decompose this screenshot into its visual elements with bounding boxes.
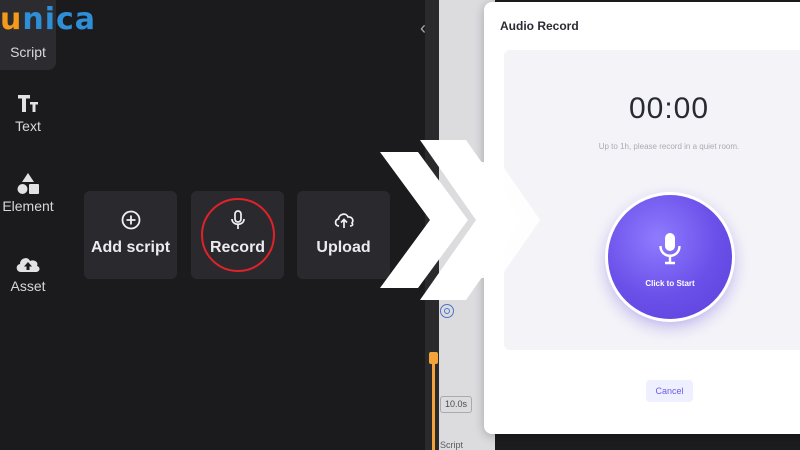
element-icon — [0, 172, 56, 198]
sidebar-item-label: Text — [15, 118, 41, 134]
dialog-title: Audio Record — [500, 19, 579, 33]
unica-logo: unica — [0, 2, 97, 37]
add-script-label: Add script — [90, 239, 171, 256]
arrow-chevrons-icon — [380, 140, 540, 300]
upload-button[interactable]: Upload — [297, 191, 390, 279]
sidebar-item-label: Script — [10, 44, 46, 60]
sidebar-item-label: Asset — [10, 278, 46, 294]
add-script-button[interactable]: Add script — [84, 191, 177, 279]
settings-icon[interactable] — [440, 304, 454, 318]
sidebar-item-label: Element — [2, 198, 54, 214]
microphone-icon — [191, 209, 284, 231]
record-timer: 00:00 — [628, 92, 710, 125]
screenshot-stage: Script unica Text Element Asset Add scri… — [0, 0, 800, 450]
start-recording-button[interactable]: Click to Start — [608, 195, 732, 319]
sidebar-item-text[interactable]: Text — [0, 92, 56, 142]
text-icon — [0, 92, 56, 118]
editor-left-panel: Script unica Text Element Asset Add scri… — [0, 0, 425, 450]
playhead-handle[interactable] — [429, 352, 438, 364]
microphone-icon — [608, 231, 732, 270]
record-button[interactable]: Record — [191, 191, 284, 279]
cancel-button[interactable]: Cancel — [646, 380, 693, 402]
duration-chip: 10.0s — [440, 396, 472, 413]
clip-label: Script — [440, 440, 464, 450]
sidebar-item-asset[interactable]: Asset — [0, 252, 56, 302]
record-label: Record — [209, 239, 266, 256]
cloud-upload-icon — [0, 252, 56, 278]
upload-cloud-icon — [297, 209, 390, 231]
plus-circle-icon — [84, 209, 177, 231]
playhead-line[interactable] — [432, 352, 435, 450]
start-recording-label: Click to Start — [645, 279, 695, 288]
sidebar-item-element[interactable]: Element — [0, 172, 56, 222]
upload-label: Upload — [316, 239, 371, 256]
